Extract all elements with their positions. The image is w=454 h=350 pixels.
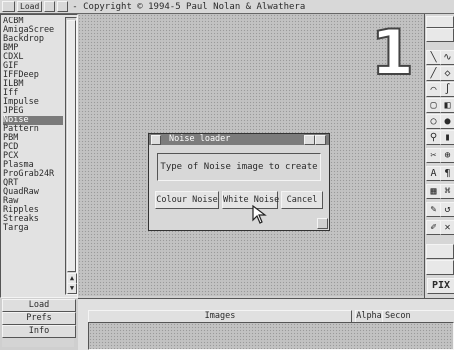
image-list-panel: Images Alpha Secon [78, 298, 454, 350]
format-list[interactable]: ACBM AmigaScree Backdrop BMP CDXL GIF IFFDeep I… [3, 17, 63, 293]
text-tool-icon[interactable]: A [426, 166, 441, 181]
arc-tool-icon[interactable]: ⌒ [426, 82, 441, 97]
brush-tool-icon[interactable]: ⚲ [426, 130, 441, 145]
mouse-pointer-icon [252, 205, 267, 224]
noise-loader-dialog: Noise loader Type of Noise image to crea… [148, 133, 330, 231]
effect-tool-icon[interactable]: ¶ [440, 166, 454, 181]
list-scrollbar[interactable]: ▲ ▼ [65, 17, 77, 295]
toolbox: ╲ ∿ ╱ ◇ ⌒ ∫ ▢ ◧ ○ ● ⚲ ▮ ✂ ⊕ A ¶ ▦ ⌘ ✎ ↺ … [424, 14, 454, 298]
clear-tool-icon[interactable]: ✕ [440, 220, 454, 235]
dialog-zoom-icon[interactable] [304, 135, 315, 145]
scroll-down-arrow-icon[interactable]: ▼ [67, 283, 77, 294]
palette-icon[interactable] [426, 244, 454, 259]
cancel-button[interactable]: Cancel [281, 191, 323, 209]
color-swatch-icon[interactable] [426, 28, 454, 42]
zoom-gadget-icon[interactable] [44, 1, 56, 12]
scrollbar-knob[interactable] [67, 20, 76, 272]
dialog-message: Type of Noise image to create [160, 162, 318, 172]
line-tool-icon[interactable]: ╲ [426, 50, 441, 65]
format-list-panel: ACBM AmigaScree Backdrop BMP CDXL GIF IFFDeep I… [0, 14, 78, 298]
format-list-item[interactable]: Targa [3, 224, 63, 233]
buffer-number: 1 [370, 16, 415, 89]
colour-noise-button[interactable]: Colour Noise [155, 191, 219, 209]
left-panel-footer [2, 338, 74, 347]
magnify-tool-icon[interactable]: ⊕ [440, 148, 454, 163]
undo-tool-icon[interactable]: ↺ [440, 202, 454, 217]
polygon-tool-icon[interactable]: ◇ [440, 66, 454, 81]
tool-header-icon[interactable] [426, 16, 454, 28]
spline-tool-icon[interactable]: ∫ [440, 82, 454, 97]
pen-tool-icon[interactable]: ✐ [426, 220, 441, 235]
image-list[interactable] [88, 322, 454, 350]
white-noise-button[interactable]: White Noise [222, 191, 279, 209]
dialog-title: Noise loader [169, 134, 231, 144]
circle-tool-icon[interactable]: ○ [426, 114, 441, 129]
load-button[interactable]: Load [2, 299, 76, 312]
filled-rect-icon[interactable]: ◧ [440, 98, 454, 113]
grid-tool-icon[interactable]: ▦ [426, 184, 441, 199]
resize-gadget-icon[interactable] [317, 218, 328, 229]
dialog-message-box: Type of Noise image to create [157, 153, 321, 181]
close-gadget[interactable] [2, 1, 15, 12]
prefs-button[interactable]: Prefs [2, 312, 76, 325]
symmetry-tool-icon[interactable]: ⌘ [440, 184, 454, 199]
dialog-title-bar[interactable]: Noise loader [149, 134, 329, 145]
window-title: - Copyright © 1994-5 Paul Nolan & Alwath… [72, 1, 306, 12]
curve-tool-icon[interactable]: ∿ [440, 50, 454, 65]
scissors-tool-icon[interactable]: ✂ [426, 148, 441, 163]
diagonal-line-icon[interactable]: ╱ [426, 66, 441, 81]
airbrush-tool-icon[interactable]: ✎ [426, 202, 441, 217]
info-button[interactable]: Info [2, 325, 76, 338]
rectangle-tool-icon[interactable]: ▢ [426, 98, 441, 113]
dialog-close-icon[interactable] [151, 135, 161, 145]
brush-size-icon[interactable] [426, 260, 454, 275]
filled-circle-icon[interactable]: ● [440, 114, 454, 129]
window-title-bar: Load - Copyright © 1994-5 Paul Nolan & A… [0, 0, 454, 14]
fill-tool-icon[interactable]: ▮ [440, 130, 454, 145]
dialog-depth-icon[interactable] [315, 135, 326, 145]
pix-button[interactable]: PIX [427, 278, 454, 294]
depth-gadget-icon[interactable] [57, 1, 69, 12]
load-menu-button[interactable]: Load [17, 1, 43, 12]
